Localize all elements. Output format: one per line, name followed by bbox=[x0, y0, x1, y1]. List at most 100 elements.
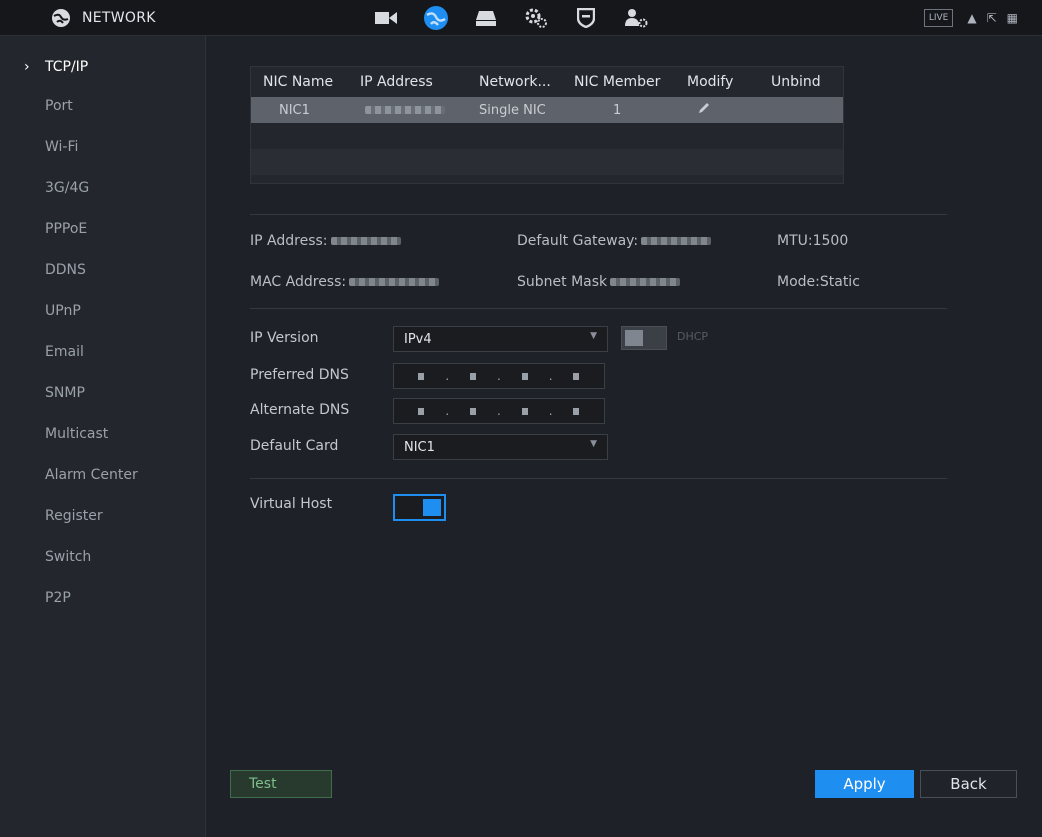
ip-version-select[interactable]: IPv4 ▼ bbox=[393, 326, 608, 352]
sidebar-item-email[interactable]: Email bbox=[0, 331, 206, 373]
network-settings-window: NETWORK LIVE ▲ ⇱ ▦ › TCP/IP Port Wi-Fi 3… bbox=[0, 0, 1042, 837]
grid-menu-icon[interactable]: ▦ bbox=[1007, 11, 1018, 25]
nic-table: NIC Name IP Address Network... NIC Membe… bbox=[250, 66, 844, 184]
divider bbox=[250, 214, 947, 215]
sidebar-item-register[interactable]: Register bbox=[0, 495, 206, 537]
sidebar-item-label: Multicast bbox=[45, 426, 109, 442]
dhcp-label: DHCP bbox=[677, 330, 709, 343]
sidebar-item-label: Switch bbox=[45, 549, 92, 565]
column-header[interactable]: NIC Member bbox=[574, 74, 660, 90]
sidebar-item-label: UPnP bbox=[45, 303, 81, 319]
alternate-dns-input[interactable]: . . . bbox=[393, 398, 605, 424]
sidebar-item-label: TCP/IP bbox=[45, 59, 89, 75]
default-card-select[interactable]: NIC1 ▼ bbox=[393, 434, 608, 460]
sidebar-item-tcp-ip[interactable]: › TCP/IP bbox=[0, 46, 206, 88]
sidebar-item-wifi[interactable]: Wi-Fi bbox=[0, 126, 206, 168]
virtual-host-toggle[interactable] bbox=[393, 494, 446, 521]
default-gateway-info: Default Gateway: bbox=[517, 233, 712, 249]
sidebar-item-alarm-center[interactable]: Alarm Center bbox=[0, 454, 206, 496]
security-shield-icon[interactable] bbox=[572, 4, 600, 32]
column-header: Unbind bbox=[771, 74, 821, 90]
divider bbox=[250, 308, 947, 309]
mac-address-label: MAC Address: bbox=[250, 274, 347, 290]
sidebar-item-snmp[interactable]: SNMP bbox=[0, 372, 206, 414]
subnet-mask-info: Subnet Mask bbox=[517, 274, 681, 290]
sidebar-item-multicast[interactable]: Multicast bbox=[0, 413, 206, 455]
apply-button[interactable]: Apply bbox=[815, 770, 914, 798]
chevron-right-icon: › bbox=[24, 59, 30, 75]
top-bar: NETWORK LIVE ▲ ⇱ ▦ bbox=[0, 0, 1042, 36]
settings-gears-icon[interactable] bbox=[522, 4, 550, 32]
ip-dot: . bbox=[548, 404, 553, 418]
column-header[interactable]: NIC Name bbox=[263, 74, 333, 90]
ip-version-value: IPv4 bbox=[404, 331, 432, 347]
ip-octet bbox=[521, 407, 528, 415]
test-button[interactable]: Test bbox=[230, 770, 332, 798]
virtual-host-label: Virtual Host bbox=[250, 496, 333, 512]
table-header: NIC Name IP Address Network... NIC Membe… bbox=[251, 67, 843, 97]
sidebar-item-ddns[interactable]: DDNS bbox=[0, 249, 206, 291]
account-icon[interactable] bbox=[622, 4, 650, 32]
caret-down-icon: ▼ bbox=[590, 331, 597, 341]
redacted-subnet bbox=[610, 278, 681, 286]
network-cell: Single NIC bbox=[479, 102, 546, 118]
column-header[interactable]: IP Address bbox=[360, 74, 433, 90]
ip-address-info: IP Address: bbox=[250, 233, 401, 249]
ip-octet bbox=[521, 372, 528, 380]
main-nav bbox=[372, 0, 650, 36]
live-button[interactable]: LIVE bbox=[923, 9, 954, 27]
main-panel: NIC Name IP Address Network... NIC Membe… bbox=[207, 36, 1042, 837]
ip-octet bbox=[573, 372, 580, 380]
sidebar-item-label: Wi-Fi bbox=[45, 139, 79, 155]
sidebar-item-3g-4g[interactable]: 3G/4G bbox=[0, 167, 206, 209]
sidebar-item-label: Register bbox=[45, 508, 103, 524]
camera-icon[interactable] bbox=[372, 4, 400, 32]
caret-down-icon: ▼ bbox=[590, 439, 597, 449]
storage-icon[interactable] bbox=[472, 4, 500, 32]
ip-octet bbox=[418, 372, 425, 380]
dhcp-toggle[interactable] bbox=[621, 326, 667, 350]
network-globe-icon bbox=[50, 7, 72, 29]
preferred-dns-input[interactable]: . . . bbox=[393, 363, 605, 389]
sidebar-item-switch[interactable]: Switch bbox=[0, 536, 206, 578]
pencil-edit-icon[interactable] bbox=[697, 101, 711, 119]
mode-info: Mode:Static bbox=[777, 274, 860, 290]
logout-icon[interactable]: ⇱ bbox=[987, 11, 997, 25]
page-title: NETWORK bbox=[82, 10, 156, 26]
sidebar-item-label: PPPoE bbox=[45, 221, 88, 237]
brand: NETWORK bbox=[50, 0, 156, 36]
sidebar-item-pppoe[interactable]: PPPoE bbox=[0, 208, 206, 250]
sidebar-item-p2p[interactable]: P2P bbox=[0, 577, 206, 619]
sidebar-item-port[interactable]: Port bbox=[0, 85, 206, 127]
user-icon[interactable]: ▲ bbox=[967, 11, 976, 25]
mtu-info: MTU:1500 bbox=[777, 233, 849, 249]
top-right-icons: ▲ ⇱ ▦ bbox=[967, 11, 1018, 25]
redacted-ip bbox=[330, 237, 401, 245]
back-button[interactable]: Back bbox=[920, 770, 1017, 798]
table-row bbox=[251, 123, 843, 149]
default-card-label: Default Card bbox=[250, 438, 339, 454]
nic-name-cell: NIC1 bbox=[279, 102, 310, 118]
sidebar-item-label: 3G/4G bbox=[45, 180, 90, 196]
column-header: Modify bbox=[687, 74, 734, 90]
sidebar-item-label: DDNS bbox=[45, 262, 86, 278]
network-globe-icon[interactable] bbox=[422, 4, 450, 32]
default-card-value: NIC1 bbox=[404, 439, 435, 455]
toggle-knob bbox=[423, 499, 441, 516]
ip-version-label: IP Version bbox=[250, 330, 319, 346]
nic-member-cell: 1 bbox=[613, 102, 622, 118]
sidebar-item-label: Email bbox=[45, 344, 84, 360]
sidebar-item-label: Port bbox=[45, 98, 73, 114]
ip-address-label: IP Address: bbox=[250, 233, 328, 249]
column-header[interactable]: Network... bbox=[479, 74, 551, 90]
ip-dot: . bbox=[497, 369, 501, 383]
ip-address-cell bbox=[365, 103, 445, 118]
sidebar-item-upnp[interactable]: UPnP bbox=[0, 290, 206, 332]
toggle-knob bbox=[625, 330, 643, 346]
table-row[interactable]: NIC1 Single NIC 1 bbox=[251, 97, 843, 123]
ip-dot: . bbox=[497, 404, 501, 418]
redacted-gateway bbox=[641, 237, 712, 245]
ip-dot: . bbox=[445, 369, 450, 383]
top-right-controls: LIVE ▲ ⇱ ▦ bbox=[923, 0, 1018, 36]
ip-octet bbox=[470, 372, 477, 380]
